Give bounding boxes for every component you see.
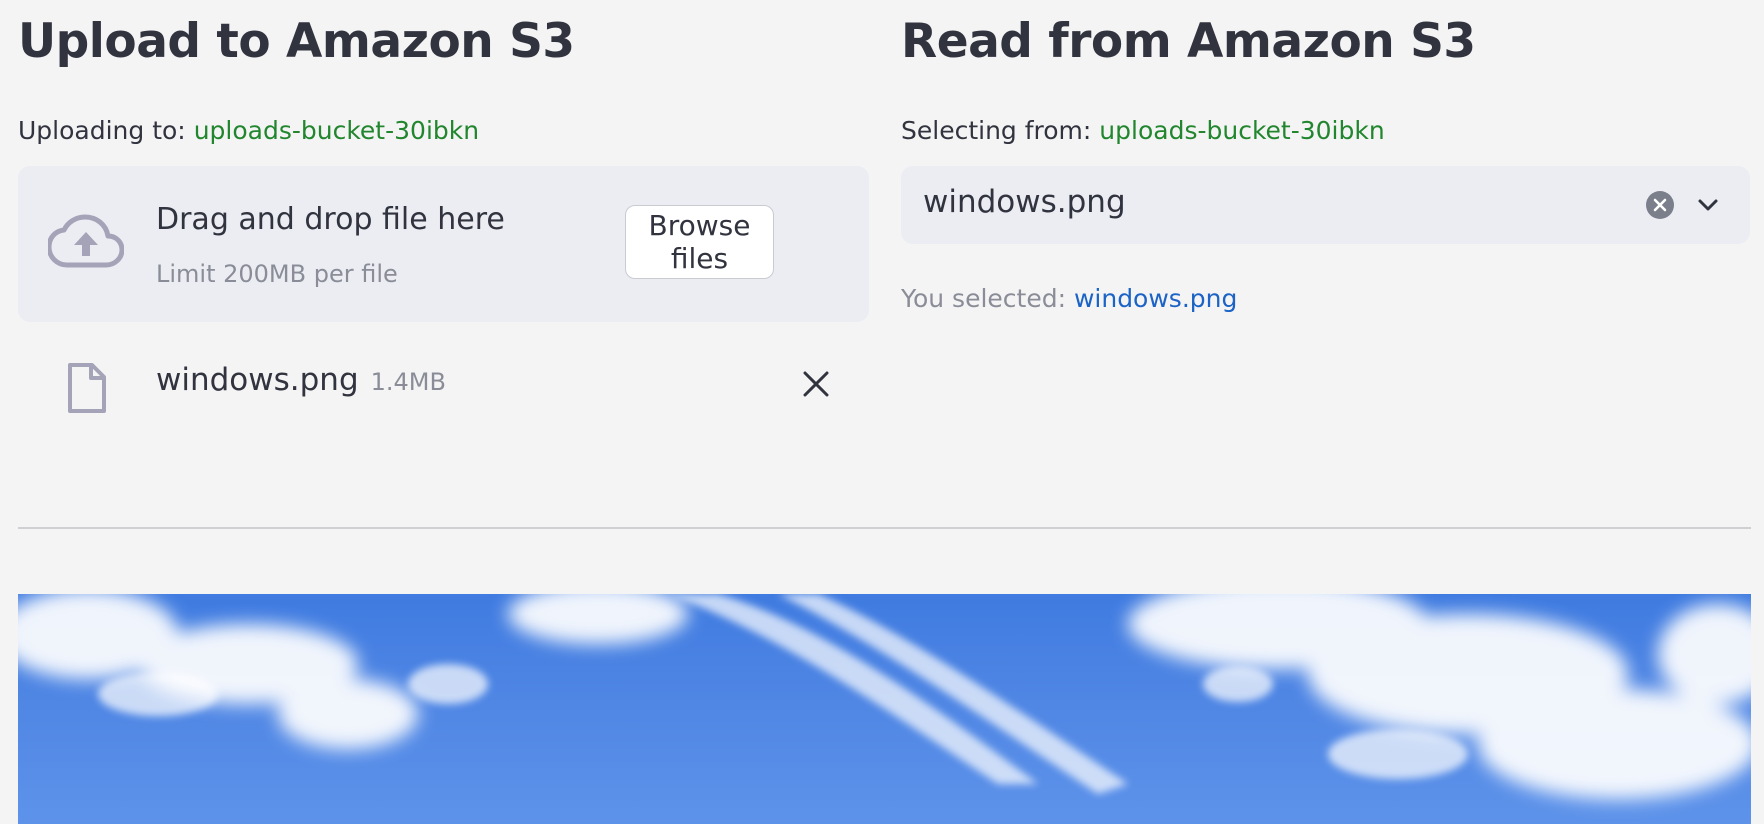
cloud-upload-icon [48,214,124,268]
uploading-label: Uploading to: [18,116,186,145]
uploaded-file-label: windows.png [156,362,359,398]
selection-result: You selected: windows.png [901,284,1237,313]
upload-heading: Upload to Amazon S3 [18,14,575,69]
selecting-label: Selecting from: [901,116,1092,145]
sky-clouds-image [18,594,1751,799]
browse-files-button[interactable]: Browse files [625,205,774,279]
selected-file-name: windows.png [1073,284,1238,313]
clear-selection-button[interactable] [1645,190,1675,220]
file-icon [68,363,106,413]
read-bucket-name: uploads-bucket-30ibkn [1099,116,1385,145]
select-value: windows.png [923,184,1126,220]
file-dropzone[interactable]: Drag and drop file here Limit 200MB per … [18,166,869,322]
uploaded-file-name: windows.png 1.4MB [156,362,446,398]
selection-result-label: You selected: [901,284,1066,313]
displayed-image [18,594,1751,824]
streamlit-app: Upload to Amazon S3 Uploading to: upload… [0,0,1764,824]
uploading-caption: Uploading to: uploads-bucket-30ibkn [18,116,479,145]
dropzone-limit: Limit 200MB per file [156,260,398,288]
upload-bucket-name: uploads-bucket-30ibkn [193,116,480,145]
file-select[interactable]: windows.png [901,166,1750,244]
clear-icon [1646,191,1674,219]
chevron-down-icon[interactable] [1695,192,1721,218]
uploaded-file-row: windows.png 1.4MB [18,350,869,420]
dropzone-title: Drag and drop file here [156,202,505,237]
divider [18,527,1751,529]
close-icon [803,371,829,397]
uploaded-file-size: 1.4MB [370,368,446,396]
remove-file-button[interactable] [798,366,834,402]
selecting-caption: Selecting from: uploads-bucket-30ibkn [901,116,1385,145]
read-heading: Read from Amazon S3 [901,14,1476,69]
